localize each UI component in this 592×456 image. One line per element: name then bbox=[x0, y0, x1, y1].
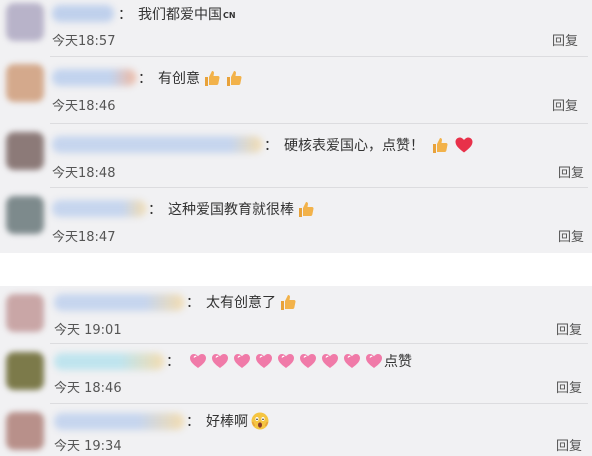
red-heart-icon bbox=[454, 135, 474, 155]
comment-time: 今天 19:01 bbox=[54, 323, 122, 338]
comment-row: ： 硬核表爱国心，点赞！ 今天18:48 回复 bbox=[0, 124, 592, 188]
username[interactable] bbox=[52, 200, 146, 217]
pink-hearts-icon bbox=[210, 351, 230, 371]
avatar[interactable] bbox=[6, 132, 44, 170]
pink-hearts-icon bbox=[188, 351, 208, 371]
username[interactable] bbox=[52, 136, 262, 153]
reply-button[interactable]: 回复 bbox=[552, 30, 578, 49]
comment-text: 硬核表爱国心，点赞！ bbox=[284, 138, 424, 154]
reply-button[interactable]: 回复 bbox=[558, 162, 584, 181]
comment-time: 今天18:48 bbox=[52, 166, 116, 181]
comment-row: ： 这种爱国教育就很棒 今天18:47 回复 bbox=[0, 188, 592, 253]
username[interactable] bbox=[54, 294, 184, 311]
comment-row: ： 有创意 今天18:46 回复 bbox=[0, 57, 592, 124]
comment-text: 点赞 bbox=[384, 354, 412, 370]
comment-text: 我们都爱中国 bbox=[138, 7, 222, 23]
comment-time: 今天18:47 bbox=[52, 230, 116, 245]
thumbs-up-icon bbox=[224, 68, 244, 88]
username[interactable] bbox=[52, 69, 136, 86]
thumbs-up-icon bbox=[296, 199, 316, 219]
avatar[interactable] bbox=[6, 3, 44, 41]
avatar[interactable] bbox=[6, 196, 44, 234]
pink-hearts-icon bbox=[342, 351, 362, 371]
username[interactable] bbox=[54, 413, 184, 430]
pink-hearts-icon bbox=[298, 351, 318, 371]
pink-hearts-icon bbox=[320, 351, 340, 371]
avatar[interactable] bbox=[6, 64, 44, 102]
comment-row: ： 好棒啊 今天 19:34 回复 bbox=[0, 404, 592, 456]
pink-hearts-icon bbox=[254, 351, 274, 371]
reply-button[interactable]: 回复 bbox=[552, 95, 578, 114]
face-screaming-icon bbox=[250, 411, 270, 431]
pink-hearts-icon bbox=[364, 351, 384, 371]
comment-panel-bottom: ： 太有创意了 今天 19:01 回复 ： 点赞 今天 18:46 回复 ： 好… bbox=[0, 286, 592, 456]
thumbs-up-icon bbox=[278, 292, 298, 312]
comment-time: 今天18:46 bbox=[52, 99, 116, 114]
comment-panel-top: ： 我们都爱中国 CN 今天18:57 回复 ： 有创意 今天18:46 回复 … bbox=[0, 0, 592, 253]
comment-row: ： 点赞 今天 18:46 回复 bbox=[0, 344, 592, 404]
reply-button[interactable]: 回复 bbox=[556, 319, 582, 338]
cn-flag-emoji: CN bbox=[223, 10, 236, 20]
comment-row: ： 我们都爱中国 CN 今天18:57 回复 bbox=[0, 0, 592, 57]
comment-text: 有创意 bbox=[158, 71, 200, 87]
avatar[interactable] bbox=[6, 352, 44, 390]
comment-row: ： 太有创意了 今天 19:01 回复 bbox=[0, 286, 592, 344]
avatar[interactable] bbox=[6, 412, 44, 450]
pink-hearts-icon bbox=[232, 351, 252, 371]
comment-time: 今天 19:34 bbox=[54, 439, 122, 454]
pink-hearts-icon bbox=[276, 351, 296, 371]
username[interactable] bbox=[54, 353, 164, 370]
username[interactable] bbox=[52, 5, 114, 22]
comment-text: 好棒啊 bbox=[206, 414, 248, 430]
reply-button[interactable]: 回复 bbox=[558, 226, 584, 245]
avatar[interactable] bbox=[6, 294, 44, 332]
reply-button[interactable]: 回复 bbox=[556, 377, 582, 396]
comment-text: 太有创意了 bbox=[206, 295, 276, 311]
thumbs-up-icon bbox=[202, 68, 222, 88]
thumbs-up-icon bbox=[430, 135, 450, 155]
reply-button[interactable]: 回复 bbox=[556, 435, 582, 454]
comment-time: 今天 18:46 bbox=[54, 381, 122, 396]
comment-text: 这种爱国教育就很棒 bbox=[168, 202, 294, 218]
comment-time: 今天18:57 bbox=[52, 34, 116, 49]
